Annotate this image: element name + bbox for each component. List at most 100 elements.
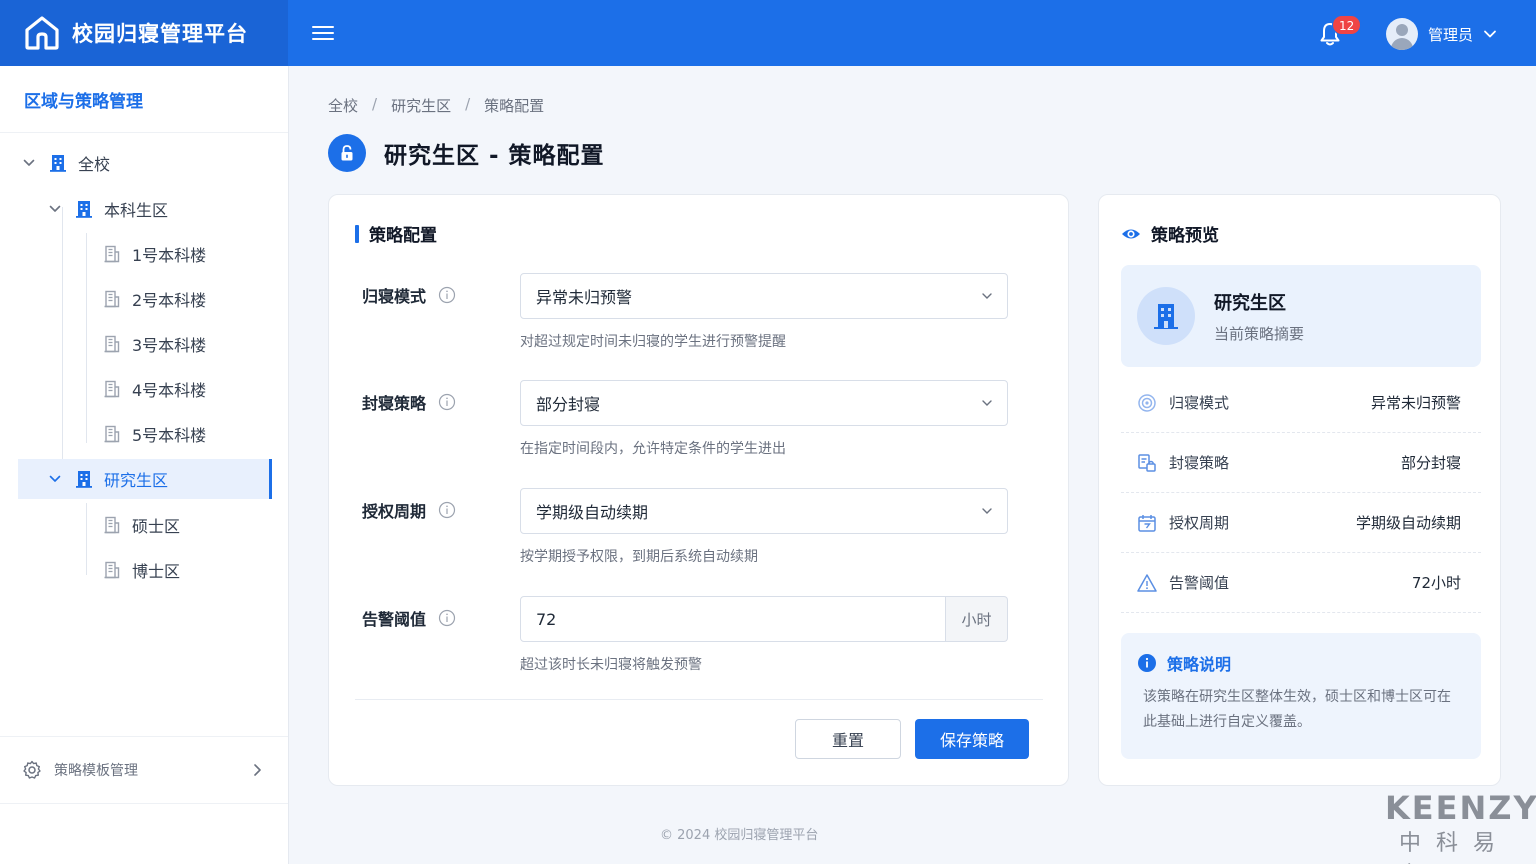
lock-icon: [328, 134, 366, 172]
breadcrumb-item-school[interactable]: 全校: [328, 95, 358, 116]
chevron-right-icon: [254, 764, 261, 776]
building-outline-icon: [104, 380, 120, 398]
sidebar-tree-label: 5号本科楼: [132, 426, 207, 445]
preview-zone-subtitle: 当前策略摘要: [1214, 325, 1305, 343]
watermark-en: KEENZY: [1385, 789, 1536, 827]
sidebar-tree-item[interactable]: 博士区: [102, 550, 180, 590]
building-outline-icon: [104, 290, 120, 308]
info-icon[interactable]: [438, 609, 456, 627]
auth-period-label: 授权周期: [362, 502, 427, 521]
sidebar-tree-label: 2号本科楼: [132, 291, 207, 310]
page-header: 研究生区 - 策略配置: [328, 134, 605, 172]
page-footer: © 2024 校园归寝管理平台: [660, 828, 819, 843]
house-logo-icon: [25, 16, 59, 50]
building-outline-icon: [104, 516, 120, 534]
building-icon: [76, 201, 92, 218]
chevron-down-icon: [982, 293, 992, 299]
building-icon: [50, 155, 66, 172]
sidebar: 区域与策略管理 全校 本科生区 1号本科楼 2号本科楼 3号本科楼 4号本科楼 5号本科楼研…: [0, 66, 289, 864]
strategy-preview-card: 策略预览 研究生区 当前策略摘要 归寝模式 异常未归预警 封寝策略 部分封寝 授…: [1098, 194, 1501, 786]
return-mode-select[interactable]: 异常未归预警: [520, 273, 1008, 319]
breadcrumb: 全校 / 研究生区 / 策略配置: [328, 95, 544, 116]
lock-policy-hint: 在指定时间段内，允许特定条件的学生进出: [520, 441, 786, 457]
avatar: [1386, 18, 1418, 50]
auth-period-hint: 按学期授予权限，到期后系统自动续期: [520, 549, 758, 565]
target-icon: [1138, 393, 1156, 412]
page-title: 研究生区 - 策略配置: [384, 143, 605, 169]
sidebar-tree-item[interactable]: 3号本科楼: [102, 324, 206, 364]
sidebar-tree-item[interactable]: 2号本科楼: [102, 279, 206, 319]
reset-button[interactable]: 重置: [795, 719, 901, 759]
sidebar-tree-item[interactable]: 5号本科楼: [102, 414, 206, 454]
preview-zone-name: 研究生区: [1214, 293, 1286, 314]
sidebar-tree-label: 全校: [78, 155, 111, 174]
warning-icon: [1137, 573, 1157, 592]
preview-row-alert-threshold: 告警阈值 72小时: [1121, 553, 1481, 613]
breadcrumb-item-current: 策略配置: [484, 97, 545, 115]
preview-alert-threshold-value: 72小时: [1411, 574, 1461, 592]
sidebar-tree-item[interactable]: 硕士区: [102, 505, 180, 545]
lock-policy-select[interactable]: 部分封寝: [520, 380, 1008, 426]
strategy-config-card: 策略配置 归寝模式 异常未归预警 对超过规定时间未归寝的学生进行预警提醒 封寝策…: [328, 194, 1069, 786]
sidebar-tree-label: 本科生区: [104, 201, 169, 220]
gear-icon: [23, 760, 41, 779]
top-header: 校园归寝管理平台 12 管理员: [0, 0, 1536, 66]
strategy-note: 策略说明 该策略在研究生区整体生效，硕士区和博士区可在此基础上进行自定义覆盖。: [1121, 633, 1481, 759]
building-icon: [76, 471, 92, 488]
building-outline-icon: [104, 425, 120, 443]
form-divider: [355, 699, 1043, 700]
chevron-down-icon: [1484, 30, 1496, 38]
lock-policy-label: 封寝策略: [362, 394, 427, 413]
preview-lock-policy-value: 部分封寝: [1400, 454, 1461, 472]
lock-doc-icon: [1138, 453, 1156, 472]
sidebar-tree-item[interactable]: 本科生区: [48, 189, 168, 229]
menu-toggle-icon[interactable]: [312, 22, 334, 44]
config-section-title: 策略配置: [355, 221, 437, 246]
user-menu[interactable]: 管理员: [1386, 18, 1497, 50]
info-filled-icon: [1138, 654, 1156, 672]
breadcrumb-separator: /: [465, 95, 471, 113]
sidebar-tree-item[interactable]: 全校: [22, 143, 110, 183]
save-strategy-button[interactable]: 保存策略: [915, 719, 1029, 759]
sidebar-tree-item[interactable]: 研究生区: [18, 459, 272, 499]
alert-threshold-label: 告警阈值: [362, 610, 427, 629]
template-manage-link[interactable]: 策略模板管理: [0, 736, 288, 804]
preview-row-auth-period: 授权周期 学期级自动续期: [1121, 493, 1481, 553]
preview-row-return-mode: 归寝模式 异常未归预警: [1121, 373, 1481, 433]
sidebar-tree-label: 硕士区: [132, 517, 181, 536]
sidebar-tree-label: 3号本科楼: [132, 336, 207, 355]
sidebar-tree-item[interactable]: 1号本科楼: [102, 234, 206, 274]
alert-threshold-hint: 超过该时长未归寝将触发预警: [520, 657, 702, 673]
user-name: 管理员: [1428, 25, 1474, 44]
breadcrumb-separator: /: [372, 95, 378, 113]
preview-auth-period-value: 学期级自动续期: [1355, 514, 1461, 532]
sidebar-tree-label: 博士区: [132, 562, 181, 581]
breadcrumb-item-graduate[interactable]: 研究生区: [391, 95, 451, 116]
info-icon[interactable]: [438, 501, 456, 519]
chevron-down-icon: [49, 205, 61, 212]
building-outline-icon: [104, 335, 120, 353]
preview-return-mode-value: 异常未归预警: [1370, 394, 1461, 412]
chevron-down-icon: [23, 159, 35, 166]
brand[interactable]: 校园归寝管理平台: [0, 0, 288, 66]
watermark-cn: 中科易安: [1399, 831, 1511, 864]
building-icon: [1137, 287, 1195, 345]
notification-badge: 12: [1332, 15, 1362, 35]
auth-period-select[interactable]: 学期级自动续期: [520, 488, 1008, 534]
alert-threshold-unit: 小时: [946, 596, 1008, 642]
sidebar-tree-label: 研究生区: [104, 471, 169, 490]
watermark-logo: KEENZY 中科易安: [1385, 788, 1536, 864]
chevron-down-icon: [49, 475, 61, 482]
sidebar-tree-item[interactable]: 4号本科楼: [102, 369, 206, 409]
info-icon[interactable]: [438, 286, 456, 304]
building-outline-icon: [104, 245, 120, 263]
template-manage-label: 策略模板管理: [54, 763, 138, 779]
building-outline-icon: [104, 561, 120, 579]
preview-row-lock-policy: 封寝策略 部分封寝: [1121, 433, 1481, 493]
return-mode-label: 归寝模式: [362, 287, 427, 306]
sidebar-tree-label: 4号本科楼: [132, 381, 207, 400]
alert-threshold-input[interactable]: 72: [520, 596, 946, 642]
info-icon[interactable]: [438, 393, 456, 411]
preview-zone-summary: 研究生区 当前策略摘要: [1121, 265, 1481, 367]
brand-title: 校园归寝管理平台: [72, 22, 248, 46]
